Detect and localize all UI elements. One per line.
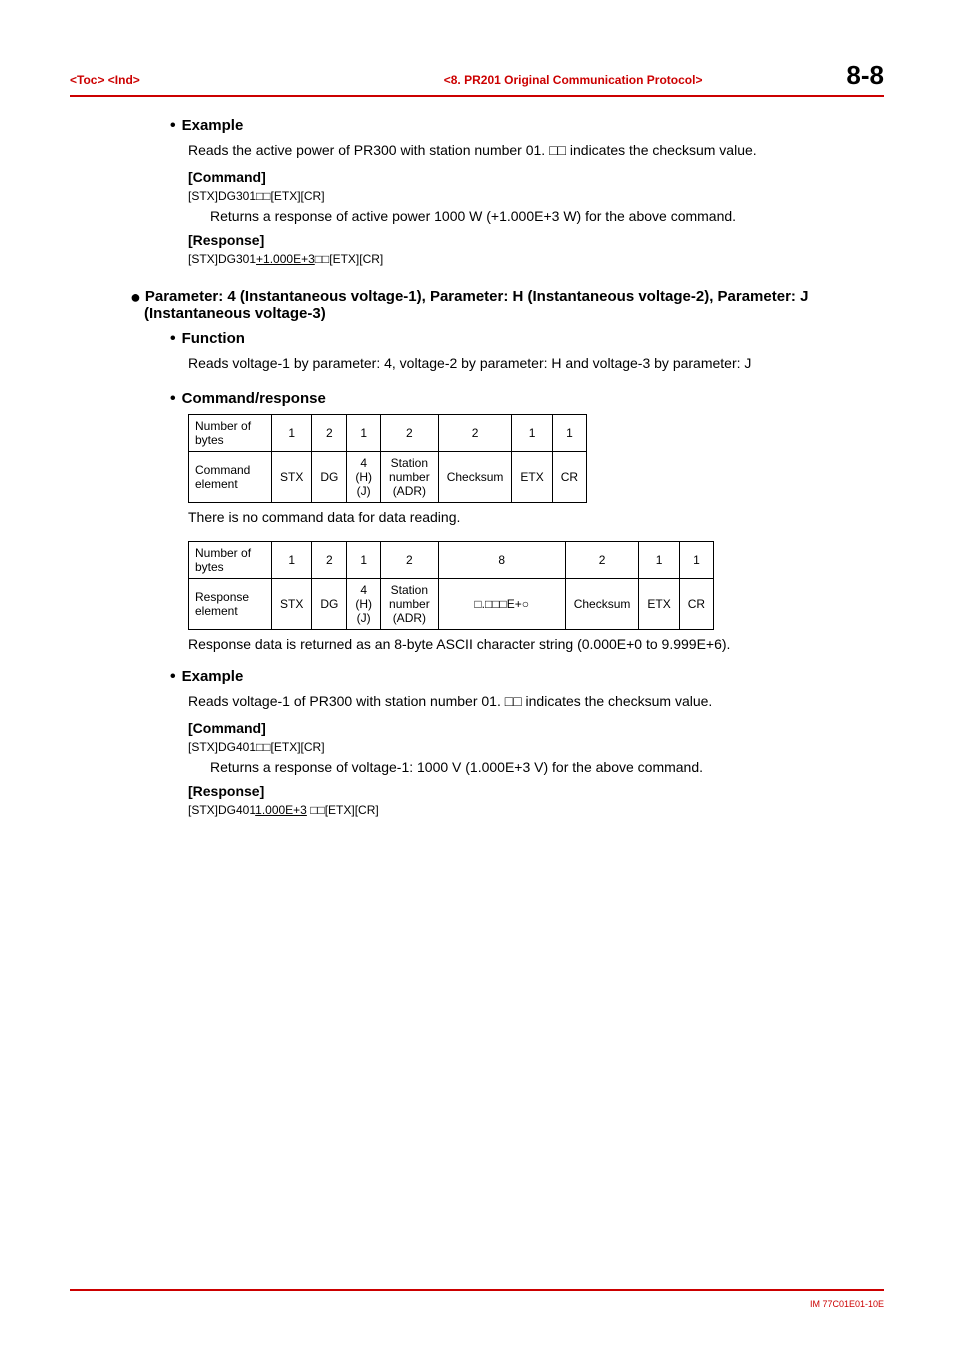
example2-response-code: [STX]DG4011.000E+3 □□[ETX][CR] bbox=[188, 803, 884, 817]
cell: Number of bytes bbox=[189, 541, 272, 578]
function-title-text: Function bbox=[182, 330, 245, 347]
after-table2: Response data is returned as an 8-byte A… bbox=[188, 636, 884, 652]
page: <Toc> <Ind> <8. PR201 Original Communica… bbox=[0, 0, 954, 1351]
cell: 1 bbox=[347, 541, 381, 578]
page-content: • Example Reads the active power of PR300… bbox=[70, 117, 884, 817]
header-toc-link[interactable]: <Toc> <Ind> bbox=[70, 73, 140, 87]
function-text: Reads voltage-1 by parameter: 4, voltage… bbox=[188, 354, 884, 374]
table-row: Command element STX DG 4 (H) (J) Station… bbox=[189, 451, 587, 502]
example1-command-label: [Command] bbox=[188, 169, 884, 185]
example2-text: Reads voltage-1 of PR300 with station nu… bbox=[188, 692, 884, 712]
cmdresp-title: • Command/response bbox=[170, 390, 884, 408]
param-heading-text: Parameter: 4 (Instantaneous voltage-1), … bbox=[144, 288, 808, 322]
function-title: • Function bbox=[170, 330, 884, 348]
example1-text: Reads the active power of PR300 with sta… bbox=[188, 141, 884, 161]
example2-returns: Returns a response of voltage-1: 1000 V … bbox=[210, 758, 884, 778]
cell: 2 bbox=[312, 414, 347, 451]
example1-returns: Returns a response of active power 1000 … bbox=[210, 207, 884, 227]
table-row: Number of bytes 1 2 1 2 2 1 1 bbox=[189, 414, 587, 451]
resp2-suffix: □□[ETX][CR] bbox=[307, 803, 379, 817]
cell: ETX bbox=[512, 451, 552, 502]
example1-response-label: [Response] bbox=[188, 232, 884, 248]
header-chapter-title: <8. PR201 Original Communication Protoco… bbox=[300, 73, 847, 87]
cell: Checksum bbox=[438, 451, 512, 502]
cell: 4 (H) (J) bbox=[347, 578, 381, 629]
example2-command-code: [STX]DG401□□[ETX][CR] bbox=[188, 740, 884, 754]
table-row: Number of bytes 1 2 1 2 8 2 1 1 bbox=[189, 541, 714, 578]
example2-command-label: [Command] bbox=[188, 720, 884, 736]
resp2-prefix: [STX]DG401 bbox=[188, 803, 255, 817]
page-header: <Toc> <Ind> <8. PR201 Original Communica… bbox=[70, 60, 884, 97]
cell: STX bbox=[272, 451, 312, 502]
cell: CR bbox=[552, 451, 586, 502]
cell: 2 bbox=[381, 414, 439, 451]
cell: 2 bbox=[438, 414, 512, 451]
command-table: Number of bytes 1 2 1 2 2 1 1 Command el… bbox=[188, 414, 587, 503]
filled-circle-icon: ● bbox=[130, 287, 141, 307]
param-heading: ●Parameter: 4 (Instantaneous voltage-1),… bbox=[130, 288, 884, 322]
bullet-icon: • bbox=[170, 390, 176, 407]
cell: Command element bbox=[189, 451, 272, 502]
cmdresp-title-text: Command/response bbox=[182, 390, 326, 407]
cell: STX bbox=[272, 578, 312, 629]
resp2-value: 1.000E+3 bbox=[255, 803, 307, 817]
cell: Number of bytes bbox=[189, 414, 272, 451]
cell: 1 bbox=[639, 541, 679, 578]
cell: 4 (H) (J) bbox=[347, 451, 381, 502]
cell: 1 bbox=[679, 541, 713, 578]
example2-response-label: [Response] bbox=[188, 783, 884, 799]
cell: Station number (ADR) bbox=[381, 578, 439, 629]
bullet-icon: • bbox=[170, 668, 176, 685]
bullet-icon: • bbox=[170, 330, 176, 347]
cell: 1 bbox=[272, 414, 312, 451]
bullet-icon: • bbox=[170, 117, 176, 134]
resp1-suffix: □□[ETX][CR] bbox=[315, 252, 384, 266]
cell: CR bbox=[679, 578, 713, 629]
cell: 8 bbox=[438, 541, 565, 578]
cell: DG bbox=[312, 451, 347, 502]
cell: 2 bbox=[565, 541, 639, 578]
example1-title-text: Example bbox=[182, 117, 244, 134]
resp1-prefix: [STX]DG301 bbox=[188, 252, 256, 266]
cell: 1 bbox=[347, 414, 381, 451]
example1-command-code: [STX]DG301□□[ETX][CR] bbox=[188, 189, 884, 203]
cell: 2 bbox=[312, 541, 347, 578]
example1-response-code: [STX]DG301+1.000E+3□□[ETX][CR] bbox=[188, 252, 884, 266]
cell: 1 bbox=[552, 414, 586, 451]
cell: Station number (ADR) bbox=[381, 451, 439, 502]
after-table1: There is no command data for data readin… bbox=[188, 509, 884, 525]
response-table: Number of bytes 1 2 1 2 8 2 1 1 Response… bbox=[188, 541, 714, 630]
resp1-value: +1.000E+3 bbox=[256, 252, 315, 266]
example2-title: • Example bbox=[170, 668, 884, 686]
footer-doc-id: IM 77C01E01-10E bbox=[810, 1299, 884, 1309]
page-number: 8-8 bbox=[846, 60, 884, 91]
example2-title-text: Example bbox=[182, 668, 244, 685]
cell: Response element bbox=[189, 578, 272, 629]
cell: 1 bbox=[272, 541, 312, 578]
cell: ETX bbox=[639, 578, 679, 629]
cell: 1 bbox=[512, 414, 552, 451]
cell: □.□□□E+○ bbox=[438, 578, 565, 629]
footer-rule bbox=[70, 1289, 884, 1291]
example1-title: • Example bbox=[170, 117, 884, 135]
cell: 2 bbox=[381, 541, 439, 578]
cell: DG bbox=[312, 578, 347, 629]
table-row: Response element STX DG 4 (H) (J) Statio… bbox=[189, 578, 714, 629]
cell: Checksum bbox=[565, 578, 639, 629]
